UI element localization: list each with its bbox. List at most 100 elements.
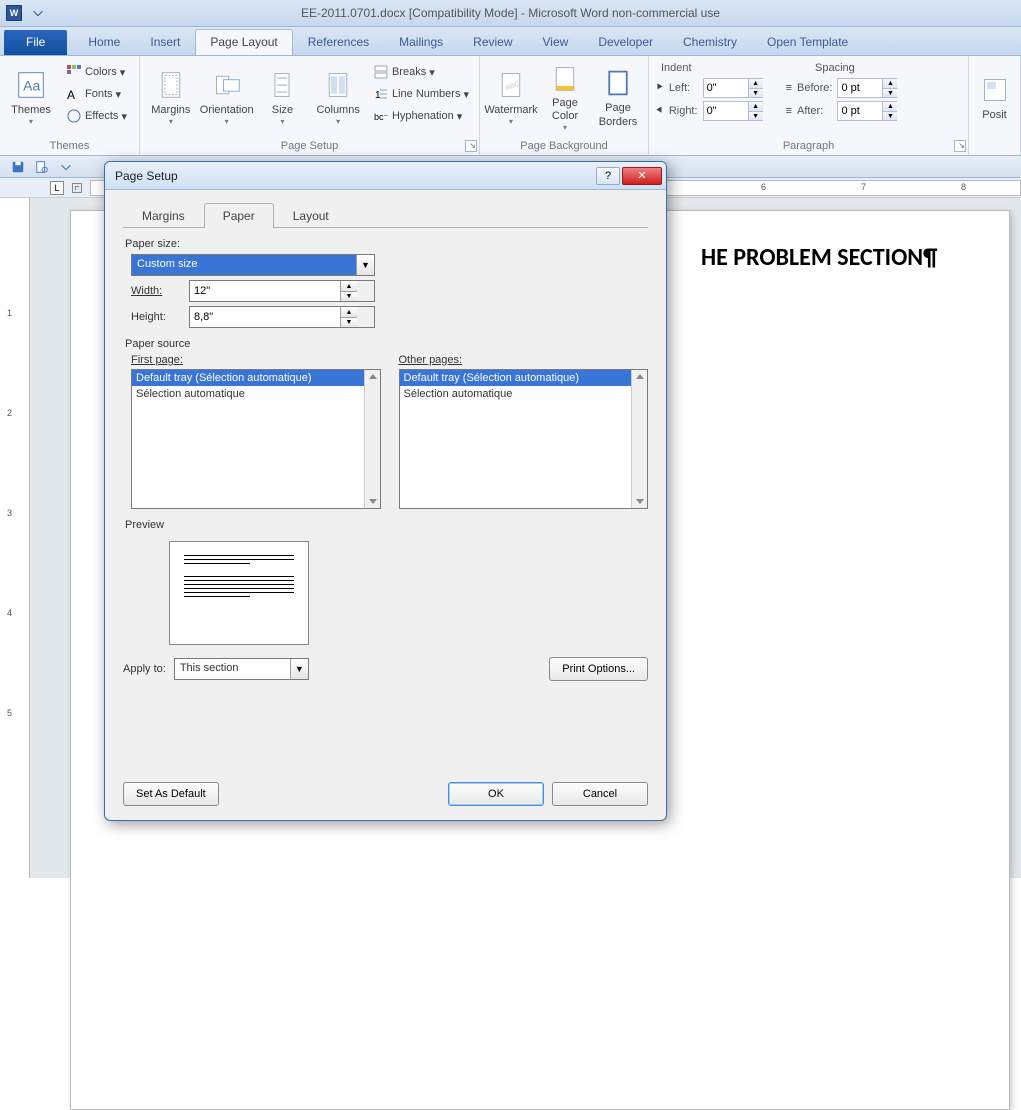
position-label: Posit bbox=[982, 109, 1006, 122]
qat-dropdown[interactable] bbox=[28, 3, 48, 23]
paragraph-launcher[interactable]: ↘ bbox=[954, 140, 966, 152]
margins-button[interactable]: Margins▾ bbox=[146, 62, 196, 134]
paper-size-combo[interactable]: Custom size ▼ bbox=[131, 254, 375, 276]
group-page-setup: Margins▾ Orientation▾ Size▾ Columns▾ Bre… bbox=[140, 56, 480, 155]
page-setup-launcher[interactable]: ↘ bbox=[465, 140, 477, 152]
orientation-button[interactable]: Orientation▾ bbox=[202, 62, 252, 134]
columns-button[interactable]: Columns▾ bbox=[313, 62, 363, 134]
chevron-down-icon[interactable]: ▼ bbox=[290, 659, 308, 679]
breaks-button[interactable]: Breaks ▾ bbox=[369, 62, 473, 82]
page-color-label: Page Color bbox=[543, 97, 587, 123]
ruler-toggle[interactable] bbox=[72, 183, 82, 193]
dialog-body: Margins Paper Layout Paper size: Custom … bbox=[105, 190, 666, 693]
spacing-after-icon: ≡ bbox=[786, 105, 792, 117]
hyphenation-button[interactable]: bc⁻Hyphenation ▾ bbox=[369, 106, 473, 126]
cancel-button[interactable]: Cancel bbox=[552, 782, 648, 806]
qat-customize-icon[interactable] bbox=[56, 157, 76, 177]
vruler-2: 2 bbox=[7, 408, 12, 418]
set-default-button[interactable]: Set As Default bbox=[123, 782, 219, 806]
position-button[interactable]: Posit bbox=[975, 62, 1014, 134]
chevron-down-icon[interactable]: ▼ bbox=[356, 255, 374, 275]
themes-button[interactable]: Aa Themes▾ bbox=[6, 62, 56, 134]
fonts-label: Fonts bbox=[85, 88, 113, 100]
list-item[interactable]: Sélection automatique bbox=[400, 386, 648, 402]
spacing-after-input[interactable]: ▲▼ bbox=[837, 101, 897, 121]
orientation-label: Orientation bbox=[200, 104, 254, 117]
tab-review[interactable]: Review bbox=[458, 29, 527, 55]
hyphenation-label: Hyphenation bbox=[392, 110, 454, 122]
dialog-titlebar[interactable]: Page Setup ? ✕ bbox=[105, 162, 666, 190]
tab-home[interactable]: Home bbox=[73, 29, 135, 55]
size-button[interactable]: Size▾ bbox=[258, 62, 308, 134]
dialog-tab-layout[interactable]: Layout bbox=[274, 203, 348, 228]
effects-button[interactable]: Effects ▾ bbox=[62, 106, 131, 126]
colors-button[interactable]: Colors ▾ bbox=[62, 62, 131, 82]
dialog-tab-paper[interactable]: Paper bbox=[204, 203, 274, 228]
tab-insert[interactable]: Insert bbox=[135, 29, 195, 55]
tab-chemistry[interactable]: Chemistry bbox=[668, 29, 752, 55]
tab-open-template[interactable]: Open Template bbox=[752, 29, 863, 55]
dialog-tab-margins[interactable]: Margins bbox=[123, 203, 204, 228]
preview-icon[interactable] bbox=[32, 157, 52, 177]
tab-page-layout[interactable]: Page Layout bbox=[195, 29, 292, 55]
vruler-5: 5 bbox=[7, 708, 12, 718]
vruler-4: 4 bbox=[7, 608, 12, 618]
vruler-1: 1 bbox=[7, 308, 12, 318]
tab-selector[interactable]: L bbox=[50, 181, 64, 195]
indent-section-label: Indent bbox=[655, 62, 785, 74]
list-item[interactable]: Sélection automatique bbox=[132, 386, 380, 402]
width-input[interactable]: ▲▼ bbox=[189, 280, 375, 302]
file-tab[interactable]: File bbox=[4, 30, 67, 55]
group-arrange-label bbox=[975, 150, 1014, 155]
page-color-button[interactable]: Page Color▾ bbox=[542, 62, 588, 134]
indent-left-input[interactable]: ▲▼ bbox=[703, 78, 763, 98]
document-heading: HE PROBLEM SECTION¶ bbox=[701, 243, 937, 272]
page-setup-dialog: Page Setup ? ✕ Margins Paper Layout Pape… bbox=[104, 161, 667, 821]
list-item[interactable]: Default tray (Sélection automatique) bbox=[132, 370, 380, 386]
tab-view[interactable]: View bbox=[528, 29, 584, 55]
spacing-after-label: After: bbox=[797, 105, 832, 117]
list-item[interactable]: Default tray (Sélection automatique) bbox=[400, 370, 648, 386]
close-icon[interactable]: ✕ bbox=[622, 167, 662, 185]
position-icon bbox=[979, 74, 1011, 106]
print-options-button[interactable]: Print Options... bbox=[549, 657, 648, 681]
first-page-listbox[interactable]: Default tray (Sélection automatique) Sél… bbox=[131, 369, 381, 509]
indent-right-icon: ⯇ bbox=[655, 105, 664, 118]
fonts-button[interactable]: AFonts ▾ bbox=[62, 84, 131, 104]
scrollbar[interactable] bbox=[631, 370, 647, 508]
orientation-icon bbox=[211, 69, 243, 101]
height-input[interactable]: ▲▼ bbox=[189, 306, 375, 328]
group-themes-label: Themes bbox=[6, 138, 133, 155]
ruler-tick-7: 7 bbox=[861, 182, 866, 192]
tab-mailings[interactable]: Mailings bbox=[384, 29, 458, 55]
vertical-ruler[interactable]: 1 2 3 4 5 bbox=[0, 198, 30, 878]
breaks-label: Breaks bbox=[392, 66, 426, 78]
page-color-icon bbox=[549, 63, 581, 94]
columns-icon bbox=[322, 69, 354, 101]
ribbon-body: Aa Themes▾ Colors ▾ AFonts ▾ Effects ▾ T… bbox=[0, 56, 1021, 156]
apply-to-label: Apply to: bbox=[123, 663, 166, 675]
scrollbar[interactable] bbox=[364, 370, 380, 508]
tab-references[interactable]: References bbox=[293, 29, 384, 55]
watermark-icon: ABC bbox=[495, 69, 527, 101]
watermark-button[interactable]: ABCWatermark▾ bbox=[486, 62, 536, 134]
indent-right-input[interactable]: ▲▼ bbox=[703, 101, 763, 121]
svg-text:bc⁻: bc⁻ bbox=[374, 112, 389, 122]
titlebar: W EE-2011.0701.docx [Compatibility Mode]… bbox=[0, 0, 1021, 27]
page-borders-button[interactable]: Page Borders bbox=[594, 62, 642, 134]
line-numbers-button[interactable]: 1Line Numbers ▾ bbox=[369, 84, 473, 104]
margins-label: Margins bbox=[151, 104, 190, 117]
svg-text:1: 1 bbox=[375, 90, 381, 101]
spacing-before-input[interactable]: ▲▼ bbox=[837, 78, 897, 98]
group-page-background: ABCWatermark▾ Page Color▾ Page Borders P… bbox=[480, 56, 649, 155]
group-arrange: Posit bbox=[969, 56, 1021, 155]
help-icon[interactable]: ? bbox=[596, 167, 620, 185]
apply-to-combo[interactable]: This section ▼ bbox=[174, 658, 309, 680]
ok-button[interactable]: OK bbox=[448, 782, 544, 806]
save-icon[interactable] bbox=[8, 157, 28, 177]
other-pages-listbox[interactable]: Default tray (Sélection automatique) Sél… bbox=[399, 369, 649, 509]
svg-text:Aa: Aa bbox=[23, 77, 40, 93]
spacing-before-icon: ≡ bbox=[786, 82, 792, 94]
tab-developer[interactable]: Developer bbox=[583, 29, 668, 55]
indent-right-label: Right: bbox=[669, 105, 698, 117]
